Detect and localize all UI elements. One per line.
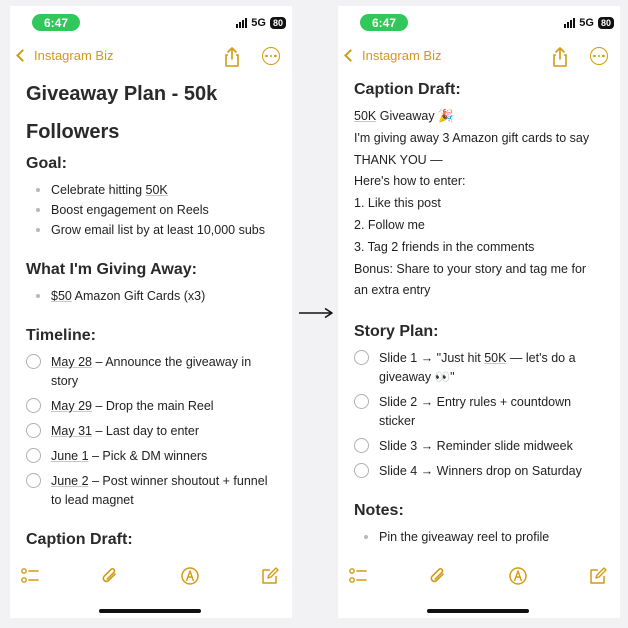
- network-label: 5G: [251, 17, 266, 29]
- status-indicators: 5G 80: [564, 17, 614, 29]
- back-label: Instagram Biz: [34, 48, 114, 63]
- paperclip-icon[interactable]: [100, 566, 120, 586]
- list-item: Pin the giveaway reel to profile: [364, 527, 608, 547]
- battery-icon: 80: [269, 17, 286, 29]
- checkbox[interactable]: [354, 394, 369, 410]
- story-checklist: Slide 1 → "Just hit 50K — let's do a give…: [354, 349, 608, 481]
- list-item: Celebrate hitting 50K: [36, 180, 280, 200]
- checkbox[interactable]: [354, 463, 369, 479]
- checklist-item: Slide 3 → Reminder slide midweek: [354, 437, 608, 456]
- note-title-line2: Followers: [26, 121, 120, 143]
- checklist-item: June 2 – Post winner shoutout + funnel to…: [26, 472, 280, 510]
- chevron-left-icon: [16, 49, 29, 62]
- status-time-pill: 6:47: [32, 14, 80, 31]
- checkbox[interactable]: [354, 350, 369, 366]
- checklist-item: Slide 1 → "Just hit 50K — let's do a give…: [354, 349, 608, 387]
- list-item: Boost engagement on Reels: [36, 200, 280, 220]
- caption-heading: Caption Draft:: [354, 81, 461, 98]
- notes-heading: Notes:: [354, 502, 404, 520]
- caption-line: 3. Tag 2 friends in the comments: [354, 239, 535, 254]
- giving-heading: What I'm Giving Away:: [26, 261, 197, 278]
- checkbox[interactable]: [26, 448, 41, 463]
- caption-line: Here's how to enter:: [354, 174, 466, 189]
- note-title-line1: Giveaway Plan - 50k: [26, 83, 218, 105]
- status-time: 6:47: [43, 15, 69, 30]
- caption-line: an extra entry: [354, 283, 431, 298]
- caption-line: 1. Like this post: [354, 196, 441, 211]
- checkbox[interactable]: [26, 473, 41, 488]
- signal-icon: [564, 18, 576, 28]
- checkbox[interactable]: [354, 438, 369, 454]
- note-content: Giveaway Plan - 50k Followers Goal: Cele…: [26, 78, 280, 552]
- checkbox[interactable]: [26, 423, 41, 438]
- notes-list: Pin the giveaway reel to profile: [354, 527, 608, 547]
- caption-line: I'm giving away 3 Amazon gift cards to s…: [354, 130, 590, 145]
- back-label: Instagram Biz: [362, 48, 442, 63]
- list-item: Grow email list by at least 10,000 subs: [36, 220, 280, 240]
- checklist-item: Slide 2 → Entry rules + countdown sticker: [354, 393, 608, 431]
- checkbox[interactable]: [26, 398, 41, 413]
- timeline-checklist: May 28 – Announce the giveaway in story M…: [26, 353, 280, 510]
- compose-icon[interactable]: [260, 566, 280, 586]
- timeline-heading: Timeline:: [26, 327, 96, 344]
- share-icon[interactable]: [222, 46, 242, 68]
- more-icon[interactable]: [590, 47, 608, 65]
- battery-icon: 80: [597, 17, 614, 29]
- back-button[interactable]: Instagram Biz: [344, 48, 441, 63]
- compose-icon[interactable]: [588, 566, 608, 586]
- checklist-item: May 29 – Drop the main Reel: [26, 397, 280, 416]
- bottom-toolbar: [10, 566, 292, 590]
- status-indicators: 5G 80: [236, 17, 286, 29]
- bottom-toolbar: [338, 566, 620, 590]
- home-indicator[interactable]: [99, 609, 201, 613]
- caption-line: 2. Follow me: [354, 217, 425, 232]
- paperclip-icon[interactable]: [428, 566, 448, 586]
- more-icon[interactable]: [262, 47, 280, 65]
- transition-arrow-icon: [299, 307, 333, 319]
- checklist-item: June 1 – Pick & DM winners: [26, 447, 280, 466]
- caption-line: 50K Giveaway 🎉: [354, 109, 454, 123]
- checklist-icon[interactable]: [348, 566, 368, 586]
- caption-line: THANK YOU —: [354, 152, 443, 167]
- back-button[interactable]: Instagram Biz: [16, 48, 113, 63]
- note-screen-right: 6:47 5G 80 Instagram Biz Caption Draft: …: [338, 6, 620, 618]
- goal-list: Celebrate hitting 50K Boost engagement o…: [26, 180, 280, 240]
- checklist-item: May 31 – Last day to enter: [26, 422, 280, 441]
- markup-pen-icon[interactable]: [508, 566, 528, 586]
- chevron-left-icon: [344, 49, 357, 62]
- nav-bar: Instagram Biz: [10, 46, 292, 70]
- checklist-item: Slide 4 → Winners drop on Saturday: [354, 462, 608, 481]
- list-item: $50 Amazon Gift Cards (x3): [36, 286, 280, 306]
- caption-text: 50K Giveaway 🎉 I'm giving away 3 Amazon …: [354, 106, 608, 302]
- story-heading: Story Plan:: [354, 323, 439, 341]
- note-screen-left: 6:47 5G 80 Instagram Biz Giveaway Plan -…: [10, 6, 292, 618]
- checklist-item: May 28 – Announce the giveaway in story: [26, 353, 280, 391]
- markup-pen-icon[interactable]: [180, 566, 200, 586]
- goal-heading: Goal:: [26, 155, 67, 172]
- checklist-icon[interactable]: [20, 566, 40, 586]
- nav-bar: Instagram Biz: [338, 46, 620, 70]
- status-time: 6:47: [371, 15, 397, 30]
- share-icon[interactable]: [550, 46, 570, 68]
- checkbox[interactable]: [26, 354, 41, 369]
- home-indicator[interactable]: [427, 609, 529, 613]
- signal-icon: [236, 18, 248, 28]
- note-content: Caption Draft: 50K Giveaway 🎉 I'm giving…: [354, 78, 608, 547]
- status-time-pill: 6:47: [360, 14, 408, 31]
- giving-list: $50 Amazon Gift Cards (x3): [26, 286, 280, 306]
- caption-line: Bonus: Share to your story and tag me fo…: [354, 261, 587, 276]
- network-label: 5G: [579, 17, 594, 29]
